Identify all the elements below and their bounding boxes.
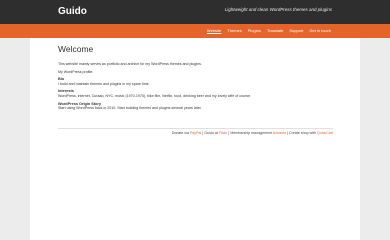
- intro-text: This website mainly serves as portfolio …: [58, 62, 202, 66]
- footer-flickr-link[interactable]: Flickr: [219, 131, 228, 135]
- nav-item-themes[interactable]: Themes: [224, 28, 244, 34]
- site-tagline: Lightweight and clean WordPress themes a…: [224, 7, 332, 12]
- bio-text: I build and maintain themes and plugins …: [58, 81, 150, 86]
- nav-item-website[interactable]: Website: [204, 28, 224, 34]
- footer-quickcart-link[interactable]: QuickCart: [317, 131, 333, 135]
- footer-donate-text: Donate via: [171, 131, 189, 135]
- profile-line: My WordPress profile:: [58, 69, 94, 74]
- footer-credits: Donate via PayPal | Guido at Flickr | Me…: [0, 131, 390, 136]
- main-navigation: Website Themes Plugins Translate Support…: [0, 24, 390, 38]
- footer-flickr-text: | Guido at: [202, 131, 218, 135]
- nav-item-translate[interactable]: Translate: [264, 28, 287, 34]
- footer-shop-text: | Create shop with: [287, 131, 317, 135]
- footer-paypal-link[interactable]: PayPal: [190, 131, 201, 135]
- site-header: Guido Lightweight and clean WordPress th…: [0, 0, 390, 24]
- interests-text: WordPress, internet, Curaao, NYC, music …: [58, 93, 252, 98]
- origin-text: Start using WordPress back in 2010. Star…: [58, 106, 202, 111]
- page-title: Welcome: [58, 44, 94, 54]
- footer-membership-text: | Membership management: [228, 131, 273, 135]
- nav-item-plugins[interactable]: Plugins: [245, 28, 264, 34]
- footer-advanto-link[interactable]: Advanto: [273, 131, 286, 135]
- footer-divider: [58, 128, 333, 129]
- nav-item-get-in-touch[interactable]: Get in touch: [306, 28, 334, 34]
- page-content: Welcome This website mainly serves as po…: [30, 38, 360, 240]
- site-title[interactable]: Guido: [58, 6, 87, 18]
- nav-item-support[interactable]: Support: [286, 28, 306, 34]
